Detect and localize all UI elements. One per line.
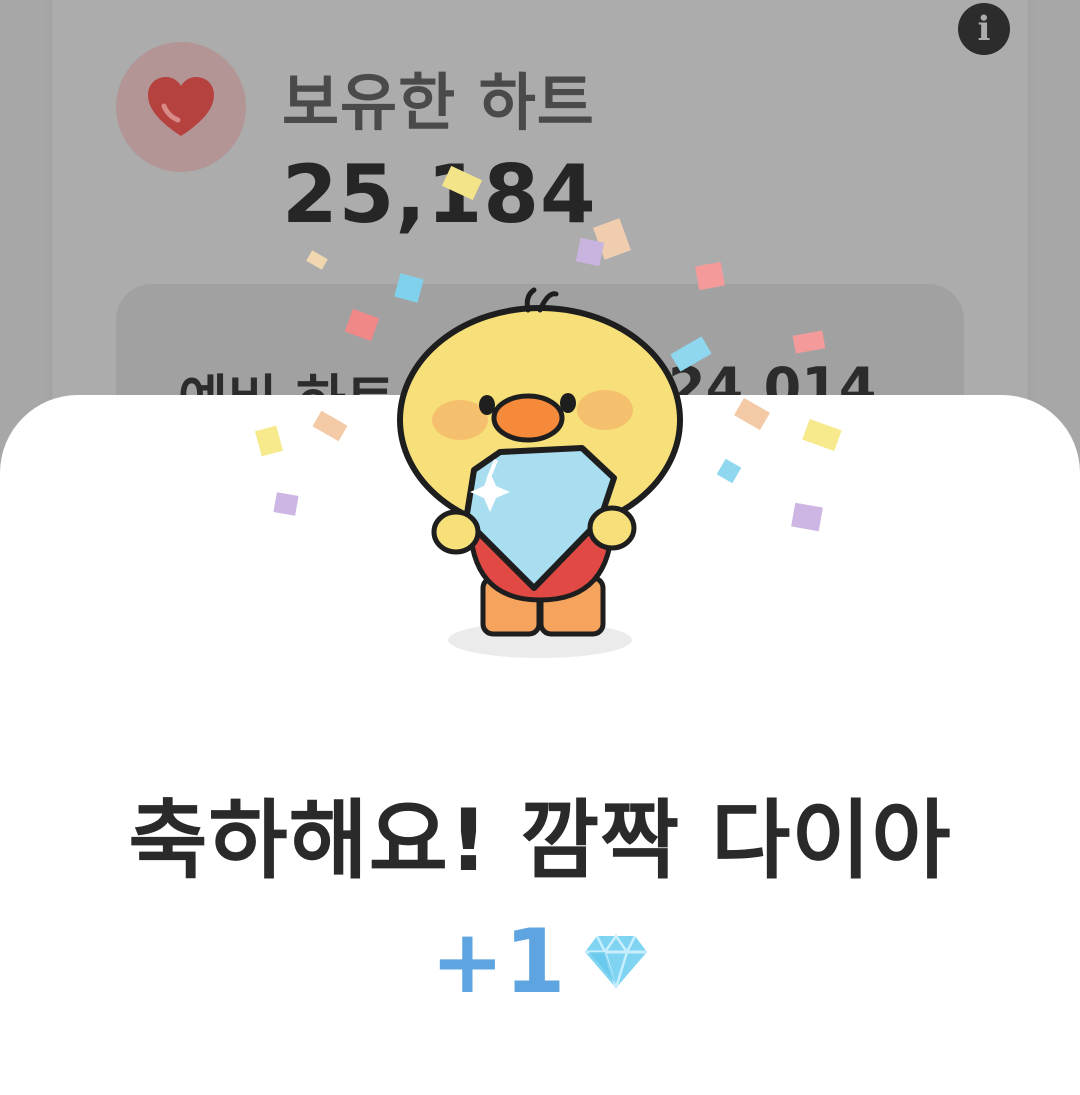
card-title: 보유한 하트	[282, 66, 595, 139]
heart-icon-badge	[116, 42, 246, 172]
reward-amount-row: +1	[0, 918, 1080, 1006]
chick-mascot-illustration	[397, 287, 683, 658]
reward-amount: +1	[430, 910, 566, 1013]
info-icon[interactable]: i	[958, 3, 1010, 55]
reward-title: 축하해요! 깜짝 다이아	[128, 791, 952, 891]
diamond-icon	[585, 934, 648, 989]
heart-count: 25,184	[282, 148, 597, 241]
heart-icon	[148, 77, 214, 136]
